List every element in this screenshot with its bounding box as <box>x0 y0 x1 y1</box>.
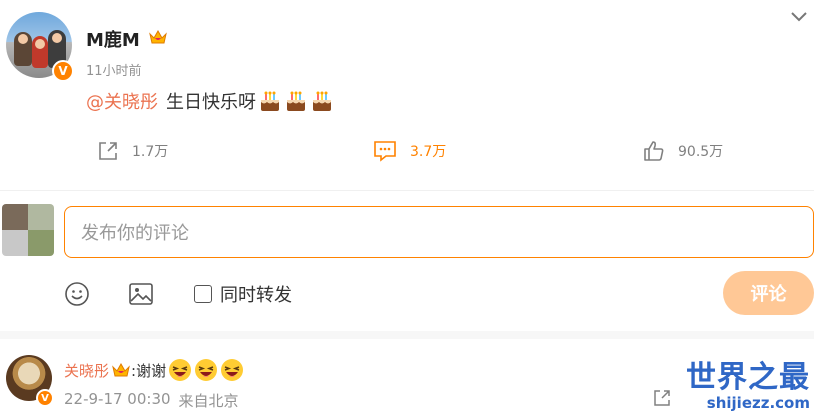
reply-meta: 22-9-17 00:30 来自北京 <box>64 390 239 411</box>
cake-icon <box>313 91 331 111</box>
comment-icon <box>374 141 396 162</box>
comment-button[interactable]: 3.7万 <box>372 139 446 163</box>
emoji-icon[interactable] <box>64 281 90 307</box>
comment-count: 3.7万 <box>410 144 447 160</box>
like-button[interactable]: 90.5万 <box>642 139 723 163</box>
reply-text: :谢谢 <box>131 361 167 380</box>
verified-badge-icon: V <box>36 389 54 407</box>
share-button[interactable]: 1.7万 <box>96 139 168 163</box>
watermark-domain: shijiezz.com <box>706 394 810 412</box>
laughing-emoji-icon <box>169 359 192 381</box>
share-count: 1.7万 <box>132 144 169 160</box>
repost-checkbox[interactable] <box>194 285 212 303</box>
repost-label: 同时转发 <box>220 285 292 306</box>
chevron-down-icon[interactable] <box>790 10 808 24</box>
laughing-emoji-icon <box>221 359 244 381</box>
section-divider <box>0 331 814 339</box>
comment-input[interactable]: 发布你的评论 <box>64 206 814 258</box>
mention-link[interactable]: @关晓彤 <box>86 88 158 114</box>
post-time[interactable]: 11小时前 <box>86 60 142 79</box>
watermark-title: 世界之最 <box>686 360 810 395</box>
author-name[interactable]: M鹿M <box>86 26 140 52</box>
current-user-avatar <box>2 204 54 256</box>
post-body: @关晓彤 生日快乐呀 <box>86 88 334 114</box>
cake-icon <box>287 91 305 111</box>
share-icon <box>99 142 117 160</box>
thumbs-up-icon <box>644 141 664 161</box>
image-icon[interactable] <box>128 281 154 307</box>
post-text: 生日快乐呀 <box>166 92 256 113</box>
divider <box>0 190 814 191</box>
laughing-emoji-icon <box>195 359 218 381</box>
vip-crown-icon <box>149 29 167 44</box>
reply-content: 关晓彤 :谢谢 <box>64 358 244 382</box>
vip-crown-icon <box>112 362 130 377</box>
submit-comment-button[interactable]: 评论 <box>723 271 814 315</box>
share-icon[interactable] <box>652 388 672 408</box>
like-count: 90.5万 <box>678 144 724 160</box>
reply-source: 来自北京 <box>178 392 239 410</box>
reply-author-name[interactable]: 关晓彤 <box>64 360 109 381</box>
comment-input-placeholder: 发布你的评论 <box>81 223 189 244</box>
verified-badge-icon: V <box>52 60 74 82</box>
watermark: 世界之最 shijiezz.com <box>686 360 810 413</box>
reply-date: 22-9-17 00:30 <box>64 390 171 408</box>
cake-icon <box>261 91 279 111</box>
repost-toggle[interactable]: 同时转发 <box>194 281 292 307</box>
